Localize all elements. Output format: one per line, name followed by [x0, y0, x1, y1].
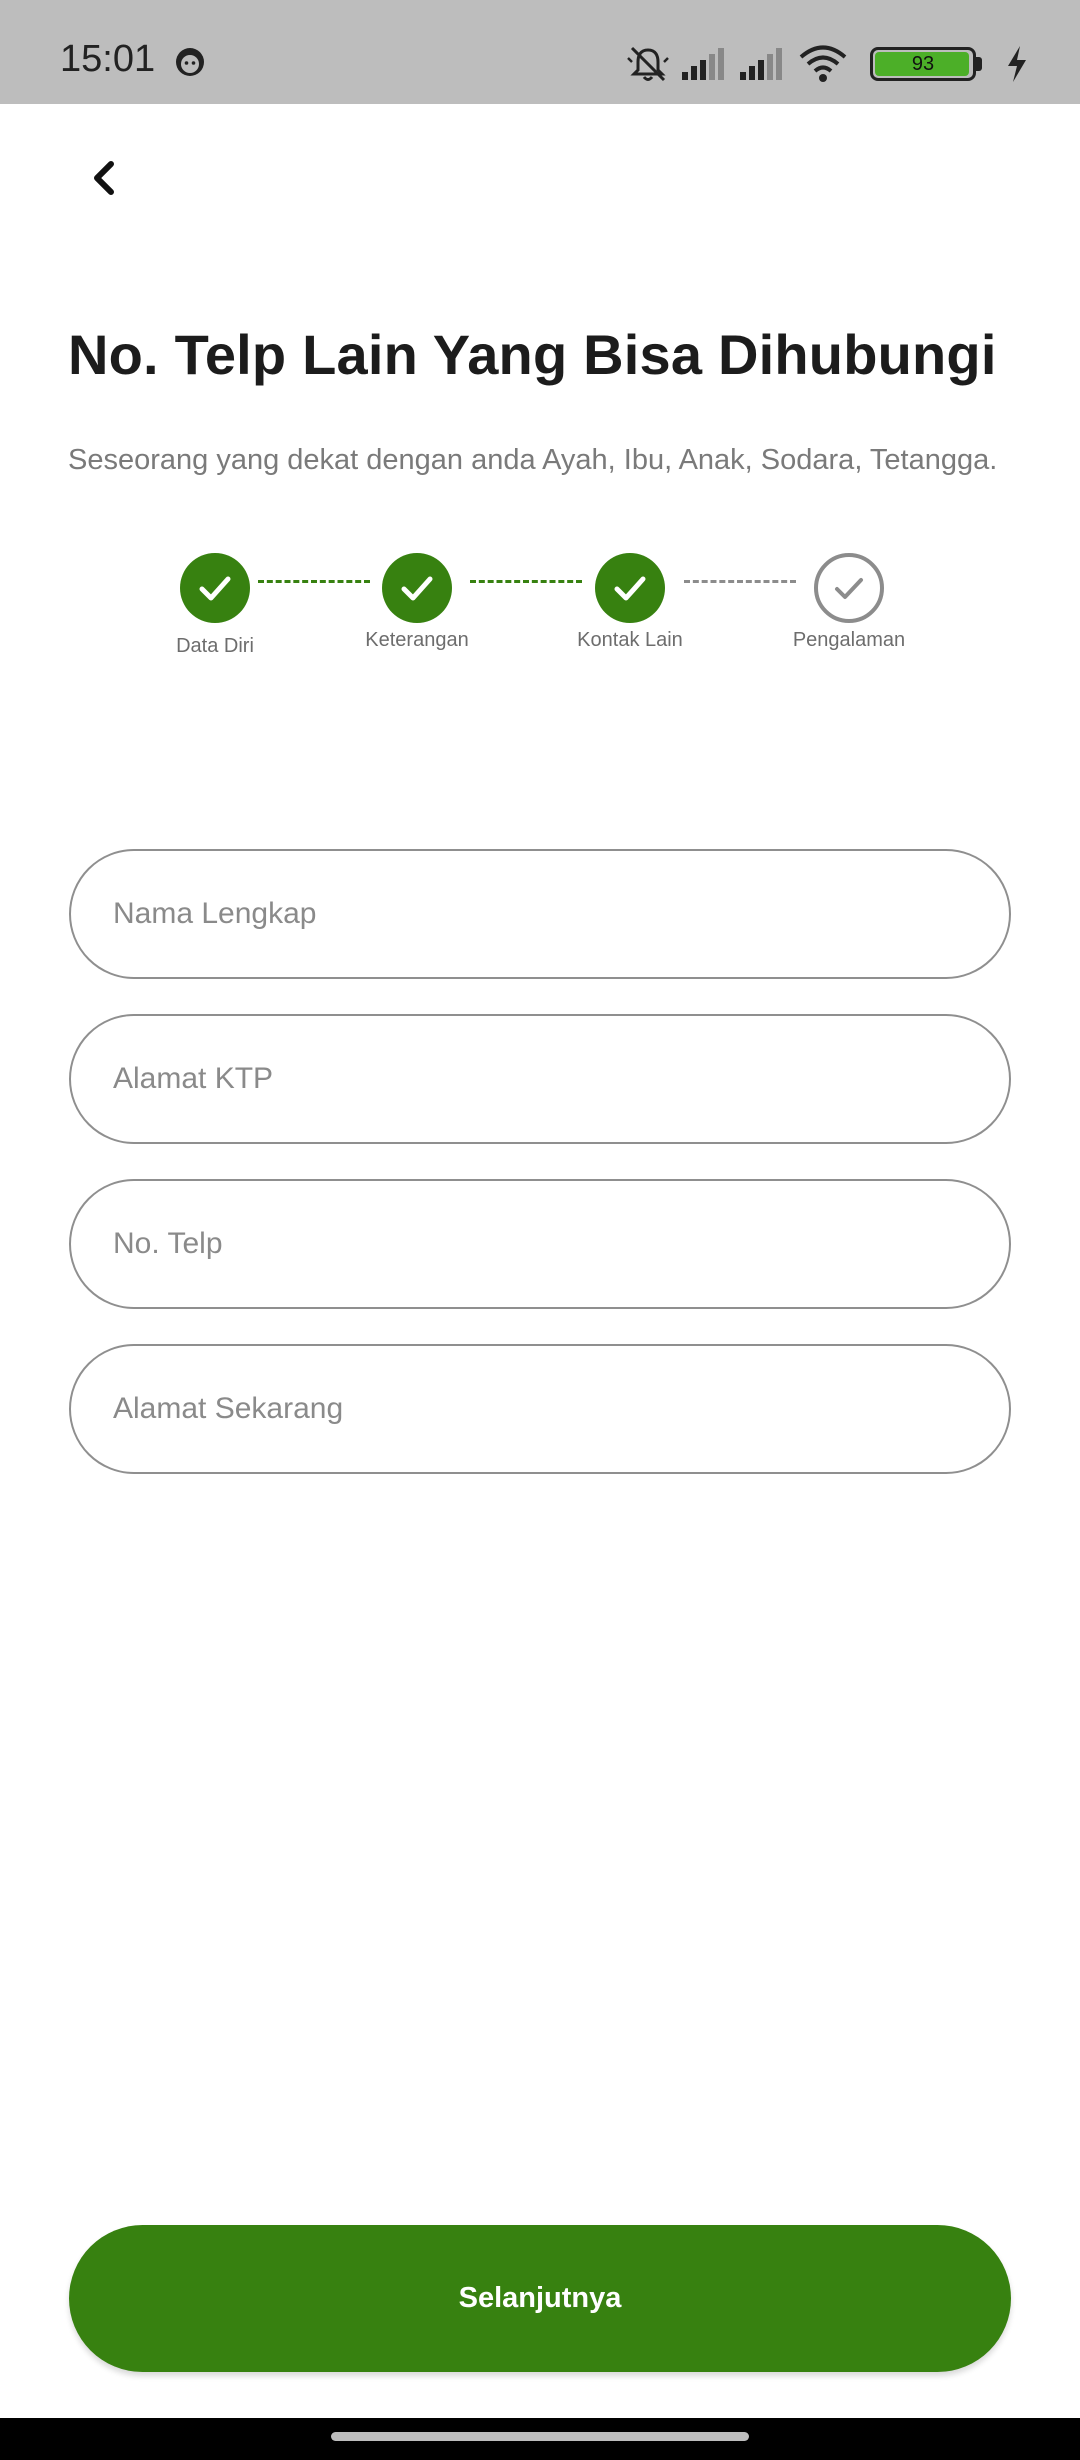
wifi-icon	[799, 45, 847, 82]
page-subtitle: Seseorang yang dekat dengan anda Ayah, I…	[68, 444, 998, 476]
step-pending-circle	[814, 553, 884, 623]
alamat-sekarang-field[interactable]	[69, 1344, 1011, 1474]
signal-icon	[682, 48, 724, 80]
alamat-sekarang-input[interactable]	[113, 1392, 1009, 1426]
battery-icon: 93	[870, 47, 986, 81]
charging-icon	[1008, 46, 1026, 82]
step-label: Kontak Lain	[577, 629, 683, 651]
mute-icon	[627, 46, 669, 82]
check-icon	[199, 576, 231, 601]
step-complete-circle	[180, 553, 250, 623]
nama-lengkap-input[interactable]	[113, 897, 1009, 931]
step-label: Pengalaman	[792, 629, 906, 651]
navigation-bar	[0, 2418, 1080, 2460]
step-label: Data Diri	[176, 635, 254, 657]
check-icon	[401, 576, 433, 601]
battery-level: 93	[911, 53, 935, 75]
status-time: 15:01	[60, 38, 156, 80]
no-telp-input[interactable]	[113, 1227, 1009, 1261]
signal-icon	[740, 48, 782, 80]
step-connector	[684, 580, 796, 583]
check-icon	[835, 578, 863, 599]
no-telp-field[interactable]	[69, 1179, 1011, 1309]
step-connector	[470, 580, 582, 583]
step-complete-circle	[595, 553, 665, 623]
step-label: Keterangan	[365, 629, 469, 651]
page-title: No. Telp Lain Yang Bisa Dihubungi	[68, 323, 997, 386]
check-icon	[614, 576, 646, 601]
home-indicator[interactable]	[331, 2432, 749, 2441]
back-button[interactable]	[76, 150, 132, 206]
alamat-ktp-field[interactable]	[69, 1014, 1011, 1144]
chevron-left-icon	[94, 161, 114, 195]
step-connector	[258, 580, 370, 583]
face-icon	[176, 48, 204, 76]
screen: 15:01 93 No. Telp Lain Yang Bisa Dihubun…	[0, 0, 1080, 2460]
step-complete-circle	[382, 553, 452, 623]
status-bar: 15:01 93	[0, 0, 1080, 104]
next-button[interactable]: Selanjutnya	[69, 2225, 1011, 2372]
alamat-ktp-input[interactable]	[113, 1062, 1009, 1096]
nama-lengkap-field[interactable]	[69, 849, 1011, 979]
